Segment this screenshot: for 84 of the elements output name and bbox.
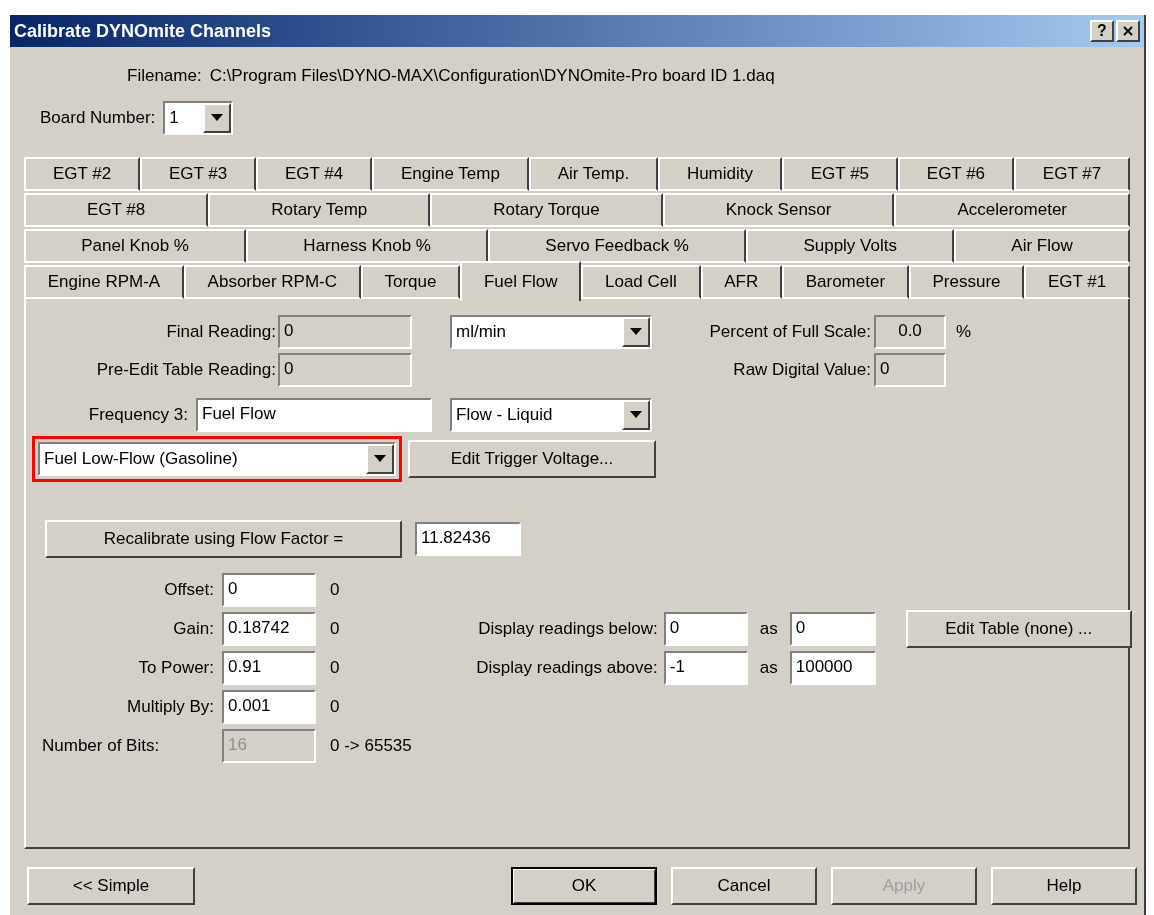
tab[interactable]: AFR <box>700 264 782 299</box>
tab[interactable]: EGT #8 <box>24 192 209 227</box>
tab[interactable]: Panel Knob % <box>24 228 247 263</box>
tab[interactable]: EGT #2 <box>24 156 141 191</box>
tab[interactable]: Barometer <box>782 264 909 299</box>
threshold-field[interactable]: -1 <box>663 651 748 685</box>
tab[interactable]: Rotary Temp <box>208 192 431 227</box>
dialog-button[interactable]: << Simple <box>27 866 195 905</box>
display-value-field[interactable]: 0 <box>789 612 876 646</box>
raw-value-field[interactable]: 0 <box>874 352 946 387</box>
coefficient-result: 0 -> 65535 <box>330 735 412 758</box>
coefficient-field[interactable]: 0.91 <box>222 651 316 685</box>
tab[interactable]: Accelerometer <box>894 192 1131 227</box>
coefficient-result: 0 <box>330 696 340 719</box>
tab[interactable]: Fuel Flow <box>460 260 582 301</box>
dropdown-arrow-icon <box>630 328 642 335</box>
tab[interactable]: EGT #7 <box>1013 156 1130 191</box>
tab[interactable]: Absorber RPM-C <box>183 264 361 299</box>
filename-path: C:\Program Files\DYNO-MAX\Configuration\DYNOmite-Pro board ID 1.daq <box>209 65 775 87</box>
sensor-select[interactable]: Fuel Low-Flow (Gasoline) <box>38 441 396 476</box>
percent-field[interactable]: 0.0 <box>874 314 946 349</box>
tab[interactable]: EGT #5 <box>781 156 898 191</box>
dialog-button[interactable]: Cancel <box>671 866 817 905</box>
tab[interactable]: Load Cell <box>581 264 701 299</box>
tab[interactable]: Torque <box>360 264 461 299</box>
percent-unit: % <box>956 320 972 343</box>
field-label: Board Number: <box>40 106 156 129</box>
coefficient-result: 0 <box>330 618 340 641</box>
field-label: Display readings below: <box>478 618 658 641</box>
field-label: Frequency 3: <box>88 403 188 426</box>
dialog-button[interactable]: OK <box>511 866 657 905</box>
flow-factor-field[interactable]: 11.82436 <box>415 521 521 556</box>
tab[interactable]: EGT #1 <box>1024 264 1130 299</box>
tab[interactable]: EGT #4 <box>256 156 373 191</box>
tab[interactable]: Air Temp. <box>528 156 658 191</box>
coefficient-field[interactable]: 0.001 <box>222 690 316 724</box>
tab[interactable]: Pressure <box>908 264 1025 299</box>
tab[interactable]: Knock Sensor <box>662 192 895 227</box>
field-label: To Power: <box>138 657 214 680</box>
tab[interactable]: Rotary Torque <box>430 192 663 227</box>
field-label: Raw Digital Value: <box>733 358 871 381</box>
help-button[interactable]: ? <box>1090 20 1114 42</box>
tab[interactable]: Harness Knob % <box>246 228 489 263</box>
dropdown-arrow-icon <box>374 455 386 462</box>
tab[interactable]: Servo Feedback % <box>488 228 747 263</box>
as-label: as <box>759 657 778 680</box>
close-icon <box>1123 26 1133 36</box>
tab[interactable]: Humidity <box>658 156 782 191</box>
tab[interactable]: Engine Temp <box>372 156 529 191</box>
tab[interactable]: EGT #6 <box>897 156 1014 191</box>
field-label: Filename: <box>127 65 202 87</box>
field-label: Offset: <box>164 579 214 602</box>
coefficient-result: 0 <box>330 579 340 602</box>
pre-edit-reading-field[interactable]: 0 <box>278 352 412 387</box>
window-title: Calibrate DYNOmite Channels <box>14 19 272 43</box>
field-label: Multiply By: <box>127 696 214 719</box>
final-reading-field[interactable]: 0 <box>278 314 412 349</box>
close-button[interactable] <box>1116 20 1140 42</box>
display-value-field[interactable]: 100000 <box>789 651 876 685</box>
dropdown-arrow-icon <box>630 411 642 418</box>
tab[interactable]: Air Flow <box>954 228 1130 263</box>
type-select[interactable]: Flow - Liquid <box>450 397 652 432</box>
recalibrate-button[interactable]: Recalibrate using Flow Factor = <box>45 519 402 558</box>
field-label: Gain: <box>173 618 214 641</box>
field-label: Percent of Full Scale: <box>709 320 871 343</box>
threshold-field[interactable]: 0 <box>663 612 748 646</box>
dropdown-arrow-icon <box>211 114 224 121</box>
board-number-select[interactable]: 1 <box>163 100 234 135</box>
coefficient-result: 0 <box>330 657 340 680</box>
channel-name-field[interactable]: Fuel Flow <box>196 397 432 432</box>
tab[interactable]: Supply Volts <box>746 228 955 263</box>
dialog-button[interactable]: Help <box>991 866 1137 905</box>
edit-table-button[interactable]: Edit Table (none) ... <box>905 610 1132 648</box>
tab[interactable]: EGT #3 <box>140 156 257 191</box>
coefficient-field[interactable]: 0 <box>222 573 316 607</box>
as-label: as <box>759 618 778 641</box>
field-label: Number of Bits: <box>42 735 160 758</box>
field-label: Display readings above: <box>476 657 658 680</box>
coefficient-field[interactable]: 0.18742 <box>222 612 316 646</box>
edit-trigger-voltage-button[interactable]: Edit Trigger Voltage... <box>408 439 656 478</box>
field-label: Pre-Edit Table Reading: <box>96 358 276 381</box>
unit-select[interactable]: ml/min <box>450 314 652 349</box>
tab[interactable]: Engine RPM-A <box>24 264 184 299</box>
field-label: Final Reading: <box>166 320 276 343</box>
